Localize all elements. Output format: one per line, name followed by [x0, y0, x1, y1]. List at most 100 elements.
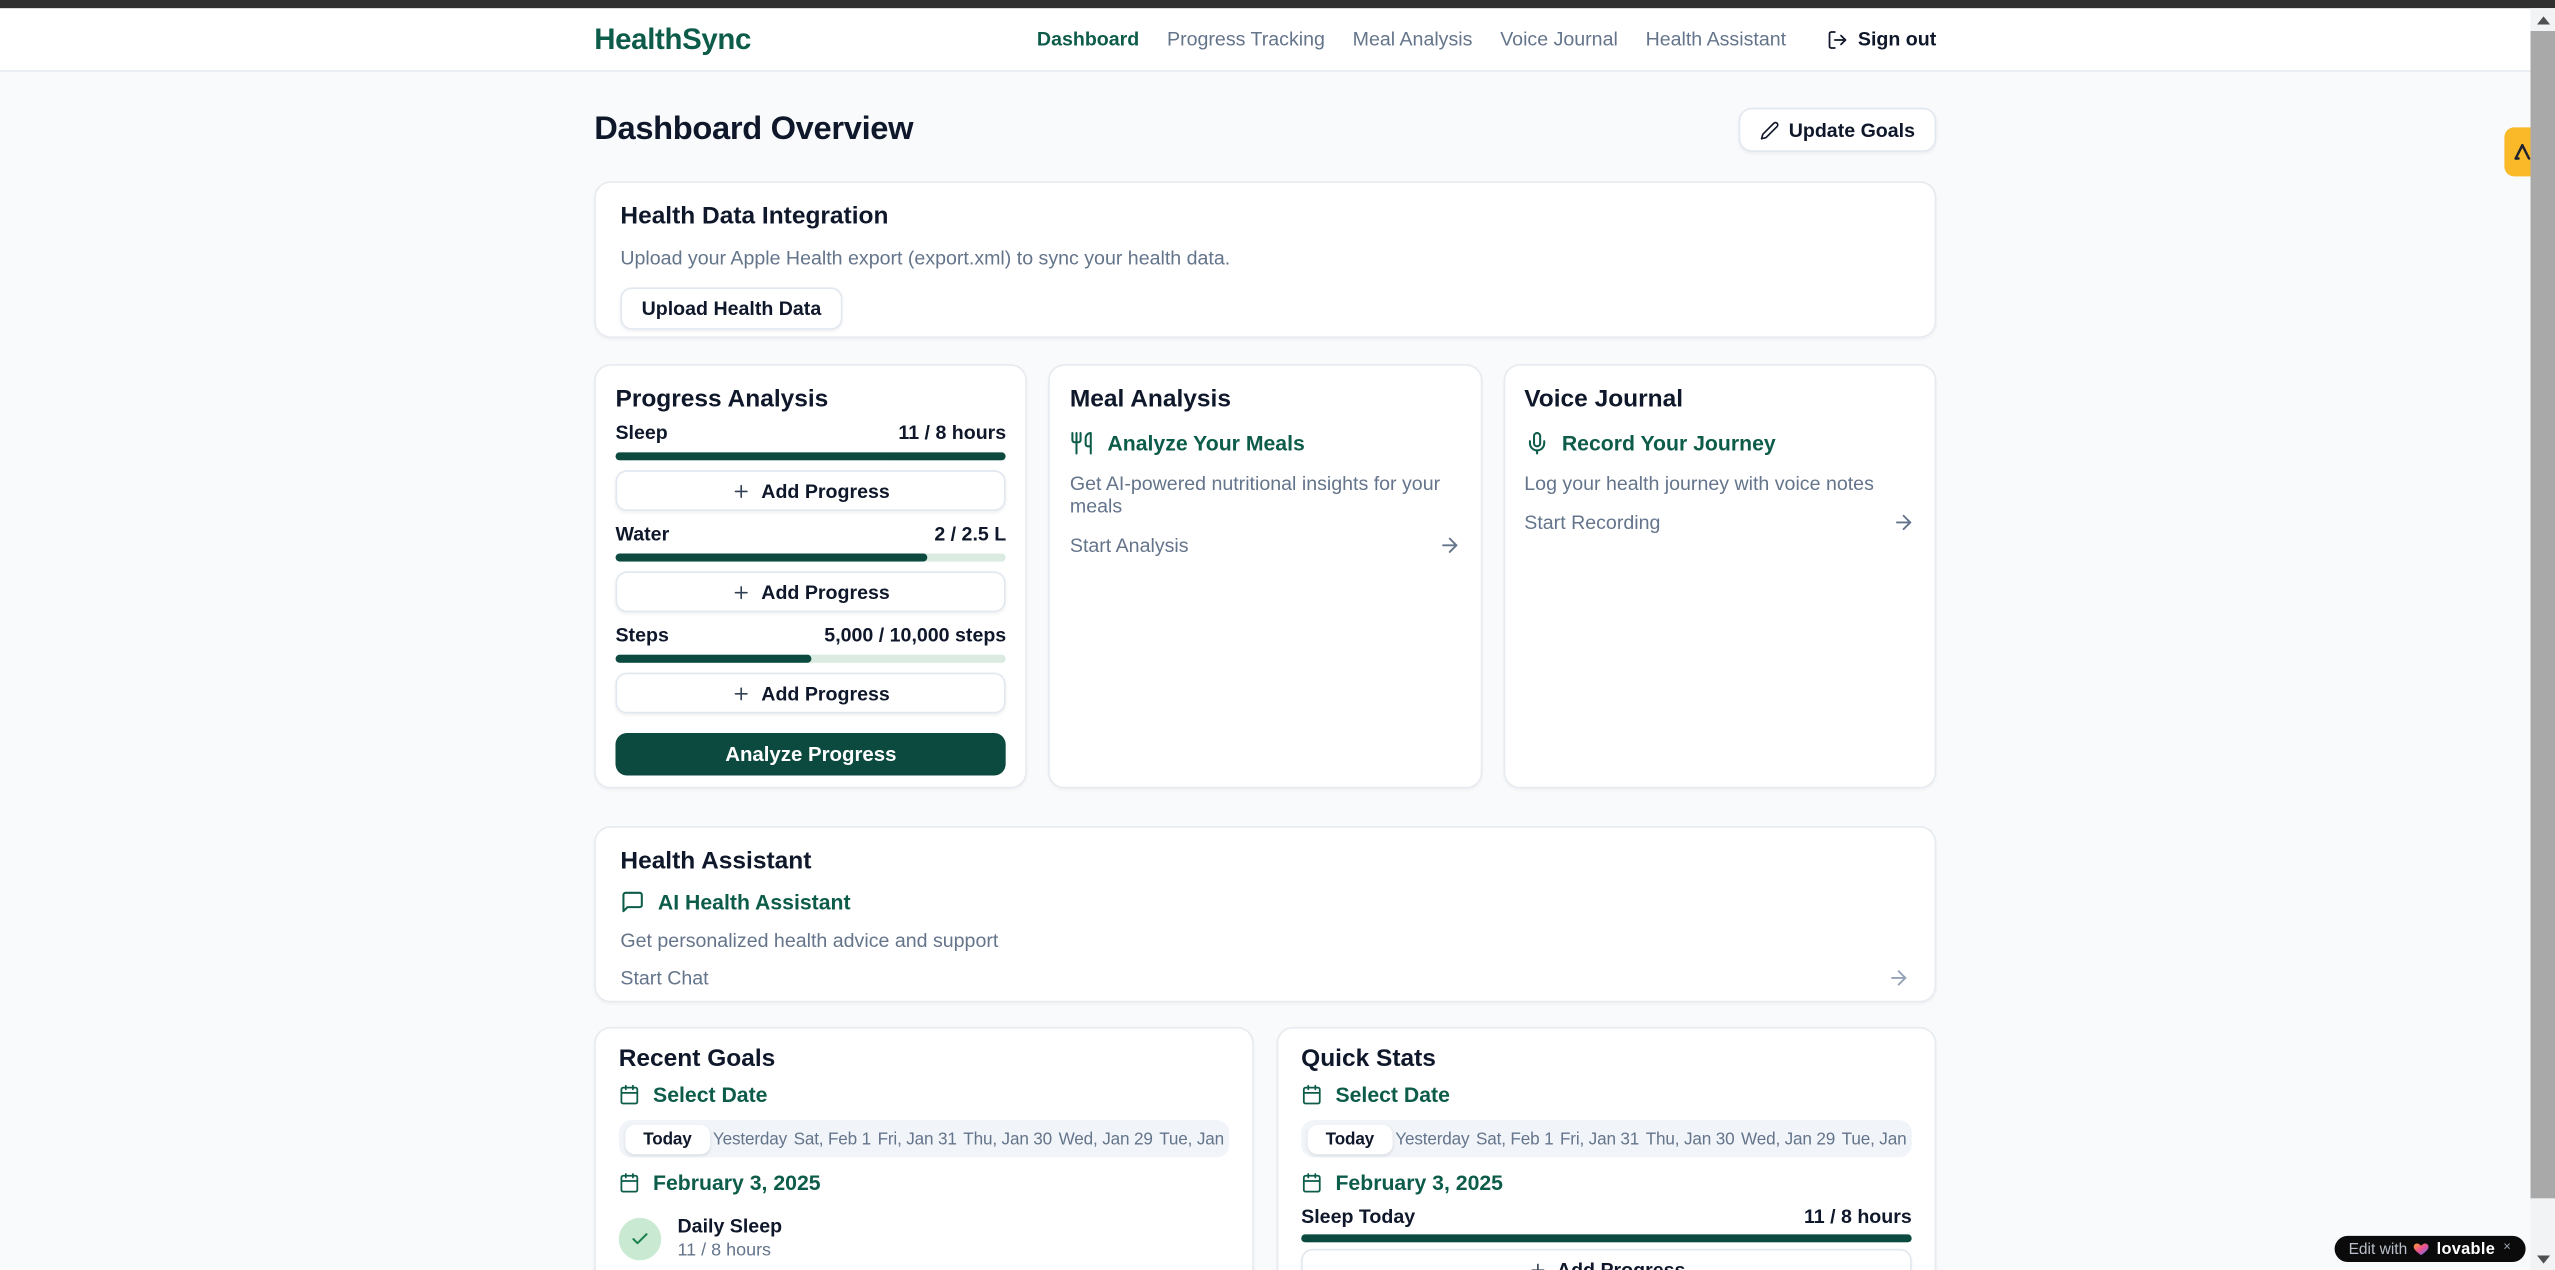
- scrollbar-thumb[interactable]: [2531, 31, 2555, 1198]
- triangle-up-icon: [2536, 16, 2549, 24]
- add-progress-label: Add Progress: [761, 580, 889, 603]
- sleep-today-label: Sleep Today: [1301, 1206, 1415, 1227]
- start-analysis-action[interactable]: Start Analysis: [1070, 534, 1461, 557]
- water-metric: Water 2 / 2.5 L Add Progress: [615, 524, 1006, 612]
- upload-health-data-button[interactable]: Upload Health Data: [620, 287, 842, 329]
- tab-fri-jan-31[interactable]: Fri, Jan 31: [874, 1124, 960, 1153]
- tab-yesterday[interactable]: Yesterday: [1392, 1124, 1473, 1153]
- plus-icon: [732, 582, 752, 602]
- health-assistant-title: Health Assistant: [620, 847, 1910, 875]
- calendar-icon: [619, 1172, 640, 1193]
- meal-analysis-card: Meal Analysis Analyze Your Meals Get AI-…: [1049, 364, 1482, 788]
- microphone-icon: [1524, 431, 1548, 455]
- update-goals-button[interactable]: Update Goals: [1738, 108, 1936, 152]
- nav-voice-journal[interactable]: Voice Journal: [1500, 28, 1618, 51]
- sleep-today-value: 11 / 8 hours: [1804, 1206, 1912, 1227]
- heart-icon: [2414, 1241, 2430, 1257]
- tab-tue-jan-28[interactable]: Tue, Jan 28: [1838, 1124, 1911, 1153]
- analyze-progress-button[interactable]: Analyze Progress: [615, 733, 1006, 775]
- sleep-progress-track: [615, 452, 1006, 460]
- add-steps-progress-button[interactable]: Add Progress: [615, 673, 1006, 714]
- lovable-brand-label: lovable: [2437, 1240, 2496, 1258]
- steps-label: Steps: [615, 625, 668, 646]
- current-date-label: February 3, 2025: [1335, 1171, 1503, 1195]
- main-nav: Dashboard Progress Tracking Meal Analysi…: [1037, 28, 1936, 51]
- sleep-today-progress-fill: [1301, 1234, 1912, 1242]
- water-label: Water: [615, 524, 669, 545]
- page-title: Dashboard Overview: [594, 111, 913, 149]
- tab-yesterday[interactable]: Yesterday: [710, 1124, 791, 1153]
- sleep-label: Sleep: [615, 423, 667, 444]
- tab-today[interactable]: Today: [1308, 1124, 1392, 1153]
- goal-value: 11 / 8 hours: [678, 1241, 783, 1262]
- health-data-description: Upload your Apple Health export (export.…: [620, 247, 1910, 270]
- lovable-prefix-label: Edit with: [2349, 1240, 2408, 1258]
- progress-analysis-card: Progress Analysis Sleep 11 / 8 hours Add…: [594, 364, 1027, 788]
- screenshot-root: HealthSync Dashboard Progress Tracking M…: [0, 0, 2555, 1270]
- triangle-down-icon: [2536, 1255, 2549, 1263]
- quick-stats-add-progress-button[interactable]: Add Progress: [1301, 1249, 1912, 1270]
- tab-today[interactable]: Today: [625, 1124, 709, 1153]
- scrollbar-down-button[interactable]: [2531, 1247, 2555, 1270]
- meal-analysis-description: Get AI-powered nutritional insights for …: [1070, 472, 1461, 518]
- steps-progress-fill: [615, 655, 810, 663]
- ai-health-assistant-link[interactable]: AI Health Assistant: [620, 890, 1910, 914]
- sleep-value: 11 / 8 hours: [898, 423, 1006, 444]
- nav-health-assistant[interactable]: Health Assistant: [1646, 28, 1786, 51]
- update-goals-label: Update Goals: [1789, 118, 1915, 141]
- plus-icon: [732, 481, 752, 501]
- edit-with-lovable-badge[interactable]: Edit with lovable ×: [2334, 1236, 2526, 1262]
- tab-fri-jan-31[interactable]: Fri, Jan 31: [1557, 1124, 1643, 1153]
- select-date-label: Select Date: [653, 1082, 767, 1106]
- sleep-metric: Sleep 11 / 8 hours Add Progress: [615, 423, 1006, 511]
- add-water-progress-button[interactable]: Add Progress: [615, 571, 1006, 612]
- nav-dashboard[interactable]: Dashboard: [1037, 28, 1139, 51]
- add-sleep-progress-button[interactable]: Add Progress: [615, 470, 1006, 511]
- water-progress-track: [615, 553, 1006, 561]
- app-viewport: HealthSync Dashboard Progress Tracking M…: [0, 8, 2531, 1270]
- tab-thu-jan-30[interactable]: Thu, Jan 30: [1642, 1124, 1737, 1153]
- tab-sat-feb-1[interactable]: Sat, Feb 1: [790, 1124, 874, 1153]
- chat-bubble-icon: [620, 890, 644, 914]
- vertical-scrollbar[interactable]: [2531, 8, 2555, 1270]
- start-recording-action[interactable]: Start Recording: [1524, 511, 1915, 534]
- utensils-icon: [1070, 431, 1094, 455]
- tab-wed-jan-29[interactable]: Wed, Jan 29: [1738, 1124, 1839, 1153]
- recent-goals-title: Recent Goals: [619, 1045, 1230, 1073]
- start-chat-action[interactable]: Start Chat: [620, 966, 1910, 989]
- plus-icon: [1528, 1260, 1548, 1270]
- health-assistant-card: Health Assistant AI Health Assistant Get…: [594, 826, 1936, 1002]
- record-your-journey-label: Record Your Journey: [1562, 431, 1776, 455]
- app-logo: HealthSync: [594, 22, 751, 56]
- quick-stats-select-date[interactable]: Select Date: [1301, 1082, 1912, 1106]
- nav-meal-analysis[interactable]: Meal Analysis: [1353, 28, 1473, 51]
- sign-out-button[interactable]: Sign out: [1827, 28, 1936, 51]
- quick-stats-card: Quick Stats Select Date Today Yesterday …: [1277, 1027, 1937, 1270]
- calendar-icon: [1301, 1172, 1322, 1193]
- health-assistant-description: Get personalized health advice and suppo…: [620, 929, 1910, 952]
- arrow-right-icon: [1438, 534, 1461, 557]
- health-data-integration-card: Health Data Integration Upload your Appl…: [594, 181, 1936, 338]
- add-progress-label: Add Progress: [761, 682, 889, 705]
- calendar-icon: [619, 1084, 640, 1105]
- steps-value: 5,000 / 10,000 steps: [824, 625, 1006, 646]
- water-value: 2 / 2.5 L: [934, 524, 1006, 545]
- progress-analysis-title: Progress Analysis: [615, 385, 1006, 413]
- recent-goals-current-date: February 3, 2025: [619, 1171, 1230, 1195]
- tab-tue-jan-28[interactable]: Tue, Jan 28: [1156, 1124, 1229, 1153]
- scrollbar-up-button[interactable]: [2531, 8, 2555, 31]
- quick-stats-date-tabs: Today Yesterday Sat, Feb 1 Fri, Jan 31 T…: [1301, 1120, 1912, 1158]
- recent-goals-date-tabs: Today Yesterday Sat, Feb 1 Fri, Jan 31 T…: [619, 1120, 1230, 1158]
- recent-goals-card: Recent Goals Select Date Today Yesterday…: [594, 1027, 1254, 1270]
- recent-goals-select-date[interactable]: Select Date: [619, 1082, 1230, 1106]
- tab-thu-jan-30[interactable]: Thu, Jan 30: [960, 1124, 1055, 1153]
- feature-cards-row: Progress Analysis Sleep 11 / 8 hours Add…: [594, 364, 1936, 788]
- window-top-strip: [0, 0, 2555, 8]
- tab-sat-feb-1[interactable]: Sat, Feb 1: [1473, 1124, 1557, 1153]
- add-progress-label: Add Progress: [1557, 1258, 1685, 1270]
- nav-progress-tracking[interactable]: Progress Tracking: [1167, 28, 1325, 51]
- analyze-your-meals-link[interactable]: Analyze Your Meals: [1070, 431, 1461, 455]
- tab-wed-jan-29[interactable]: Wed, Jan 29: [1055, 1124, 1156, 1153]
- record-your-journey-link[interactable]: Record Your Journey: [1524, 431, 1915, 455]
- close-icon[interactable]: ×: [2503, 1239, 2511, 1254]
